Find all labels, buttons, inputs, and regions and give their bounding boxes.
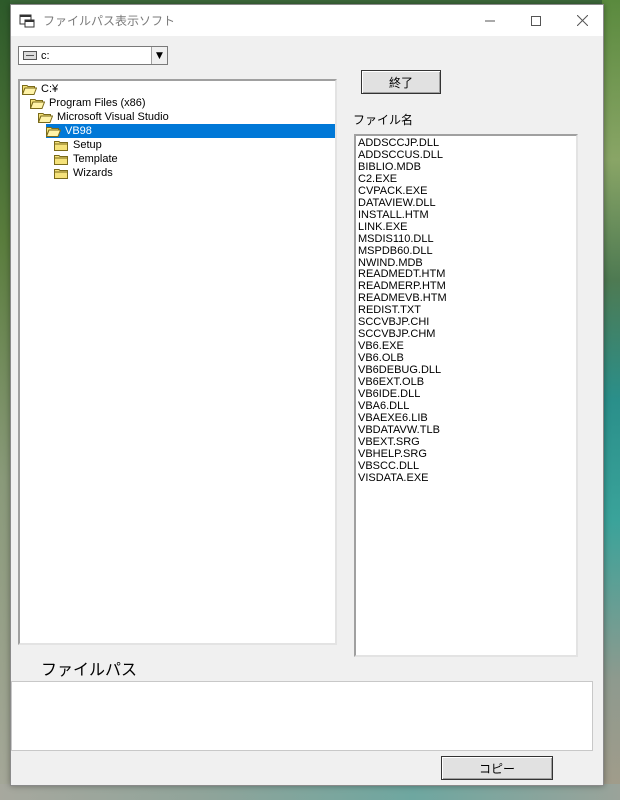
window-title: ファイルパス表示ソフト [43, 14, 176, 28]
file-list-item[interactable]: DATAVIEW.DLL [358, 197, 574, 210]
file-path-textbox[interactable] [11, 681, 593, 751]
file-list-item[interactable]: MSDIS110.DLL [358, 233, 574, 246]
file-list-item[interactable]: MSPDB60.DLL [358, 245, 574, 258]
folder-icon [54, 168, 69, 179]
directory-item-label: C:¥ [41, 83, 59, 95]
window-app-icon [19, 14, 35, 28]
maximize-icon [531, 15, 541, 26]
file-list-item[interactable]: VBHELP.SRG [358, 448, 574, 461]
file-list[interactable]: ADDSCCJP.DLL ADDSCCUS.DLL BIBLIO.MDB C2.EXE… [354, 134, 578, 657]
minimize-button[interactable] [467, 5, 513, 36]
title-bar[interactable]: ファイルパス表示ソフト [11, 5, 603, 36]
folder-open-icon [21, 84, 38, 95]
directory-item[interactable]: Program Files (x86) [29, 96, 148, 110]
directory-item[interactable]: Template [54, 152, 120, 166]
folder-open-icon [29, 98, 46, 109]
drive-select-value: c: [41, 49, 50, 62]
directory-item-label: Microsoft Visual Studio [57, 111, 169, 123]
directory-item[interactable]: VB98 [45, 124, 335, 138]
file-path-label: ファイルパス [41, 660, 138, 679]
drive-select[interactable]: c: ▼ [18, 46, 168, 65]
exit-button[interactable]: 終了 [361, 70, 441, 94]
close-icon [576, 15, 588, 26]
copy-button[interactable]: コピー [441, 756, 553, 780]
close-button[interactable] [559, 5, 605, 36]
folder-open-icon [37, 112, 54, 123]
directory-item-label: Setup [73, 139, 102, 151]
folder-icon [54, 154, 69, 165]
file-list-item[interactable]: INSTALL.HTM [358, 209, 574, 222]
directory-item-label: Program Files (x86) [49, 97, 146, 109]
file-list-item[interactable]: VBSCC.DLL [358, 460, 574, 473]
desktop-background-left [0, 0, 10, 800]
directory-item[interactable]: C:¥ [21, 82, 60, 96]
drive-icon [23, 51, 37, 60]
maximize-button[interactable] [513, 5, 559, 36]
directory-item[interactable]: Wizards [54, 166, 115, 180]
directory-list[interactable]: C:¥ Program Files (x86) Microsoft Visual S… [18, 79, 337, 645]
directory-item-label: Template [73, 153, 118, 165]
folder-icon [54, 140, 69, 151]
client-area: c: ▼ C:¥ Program Files (x86) Microsoft Vis… [11, 36, 603, 785]
minimize-icon [485, 20, 495, 21]
desktop-background-bottom [0, 784, 620, 800]
file-list-item[interactable]: VISDATA.EXE [358, 472, 574, 485]
directory-item-label: VB98 [63, 124, 94, 138]
app-window: ファイルパス表示ソフト c: ▼ C:¥ Program Files (x86) M… [10, 4, 604, 786]
file-list-item[interactable]: VBEXT.SRG [358, 436, 574, 449]
directory-item-label: Wizards [73, 167, 113, 179]
file-list-item[interactable]: CVPACK.EXE [358, 185, 574, 198]
desktop-background-right [602, 0, 620, 800]
folder-open-icon [45, 126, 62, 137]
file-list-label: ファイル名 [353, 113, 414, 127]
directory-item[interactable]: Setup [54, 138, 104, 152]
file-list-item[interactable]: LINK.EXE [358, 221, 574, 234]
chevron-down-icon[interactable]: ▼ [151, 47, 167, 64]
directory-item[interactable]: Microsoft Visual Studio [37, 110, 171, 124]
